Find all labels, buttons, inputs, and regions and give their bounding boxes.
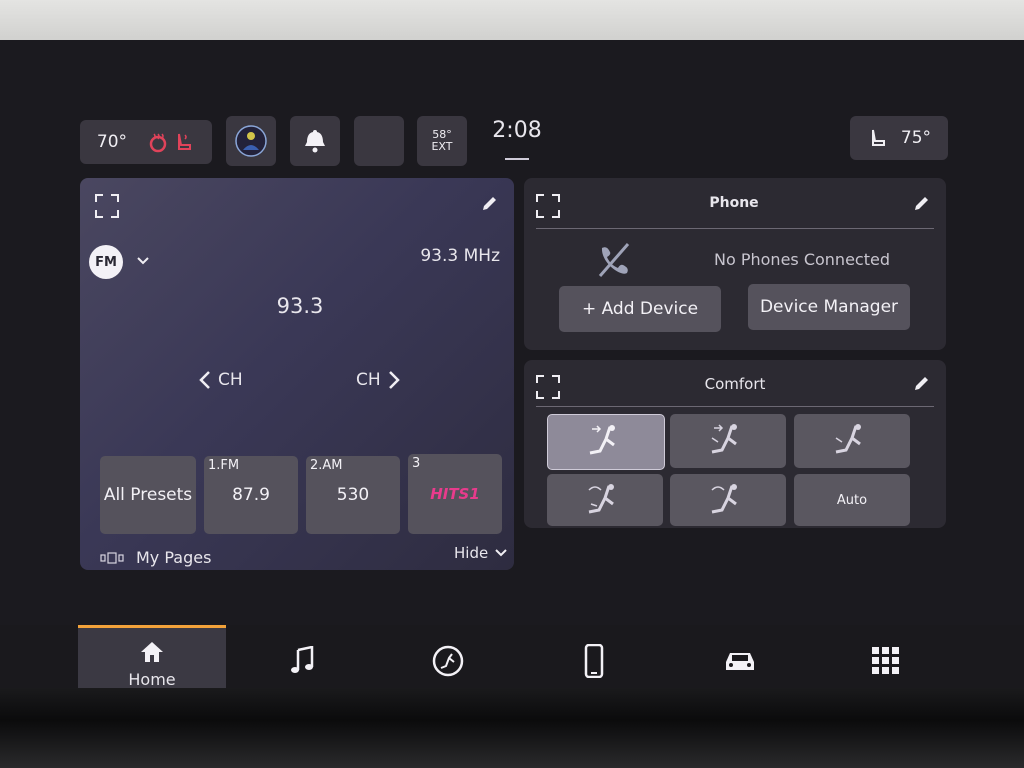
channel-next-label: CH: [356, 370, 381, 390]
preset-2-value: 530: [336, 485, 370, 505]
expand-icon[interactable]: [535, 374, 561, 400]
app-grid-icon: [871, 646, 901, 676]
phone-status: No Phones Connected: [714, 250, 890, 269]
hits1-logo: HITS1: [430, 485, 480, 503]
music-note-icon: [289, 646, 315, 676]
phone-card: Phone No Phones Connected + Add Device D…: [524, 178, 946, 350]
device-manager-button[interactable]: Device Manager: [748, 284, 910, 330]
nav-home-label: Home: [128, 669, 176, 689]
seat-auto-button[interactable]: Auto: [794, 474, 910, 526]
preset-2-button[interactable]: 2.AM 530: [306, 456, 400, 534]
hide-button[interactable]: Hide: [454, 544, 508, 562]
band-button[interactable]: FM: [89, 245, 123, 279]
climate-seat-icon: [431, 644, 465, 678]
nav-apps[interactable]: [846, 625, 926, 697]
seat-heat-icon: [173, 131, 195, 153]
seat-mode-4-button[interactable]: [547, 474, 663, 526]
passenger-seat-icon: [867, 127, 889, 149]
comfort-card: Comfort Auto: [524, 360, 946, 528]
phone-divider: [536, 228, 934, 229]
smartphone-icon: [584, 644, 604, 678]
car-icon: [723, 648, 757, 674]
clock: 2:08: [492, 118, 542, 143]
status-drawer-handle[interactable]: [505, 158, 529, 160]
hide-label: Hide: [454, 544, 489, 562]
phone-title: Phone: [709, 195, 759, 211]
chevron-down-icon: [494, 548, 508, 558]
my-pages-button[interactable]: My Pages: [100, 548, 211, 567]
station-name: 93.3: [276, 294, 324, 318]
my-pages-label: My Pages: [136, 548, 212, 567]
add-device-button[interactable]: + Add Device: [559, 286, 721, 332]
driver-temp: 70°: [96, 132, 128, 152]
passenger-temp: 75°: [900, 128, 932, 148]
seat-mode-1-button[interactable]: [547, 414, 665, 470]
edit-icon[interactable]: [480, 195, 498, 213]
comfort-divider: [536, 406, 934, 407]
exterior-temp-label: EXT: [431, 140, 453, 153]
chevron-right-icon: [387, 370, 401, 390]
preset-3-button[interactable]: 3 HITS1: [408, 454, 502, 534]
seat-mode-5-button[interactable]: [670, 474, 786, 526]
edit-icon[interactable]: [912, 195, 930, 213]
seat-airflow-icon: [832, 422, 872, 458]
passenger-climate[interactable]: 75°: [850, 116, 948, 160]
seat-airflow-icon: [708, 422, 748, 458]
all-presets-button[interactable]: All Presets: [100, 456, 196, 534]
expand-icon[interactable]: [535, 193, 561, 219]
preset-2-number: 2.AM: [310, 458, 343, 473]
channel-next-button[interactable]: CH: [356, 370, 401, 390]
chevron-down-icon[interactable]: [136, 256, 150, 266]
nav-media[interactable]: [262, 625, 342, 697]
bell-icon: [301, 127, 329, 155]
preset-1-number: 1.FM: [208, 458, 240, 473]
edit-icon[interactable]: [912, 375, 930, 393]
seat-defrost-icon: [585, 482, 625, 518]
comfort-title: Comfort: [704, 375, 766, 393]
nav-climate[interactable]: [408, 625, 488, 697]
driver-profile-icon: [234, 124, 268, 158]
preset-3-number: 3: [412, 456, 421, 471]
bezel-top: [0, 0, 1024, 44]
preset-1-button[interactable]: 1.FM 87.9: [204, 456, 298, 534]
bezel-bottom: [0, 688, 1024, 768]
exterior-temp: 58° EXT: [417, 116, 467, 166]
pages-icon: [100, 551, 124, 564]
seat-defrost-icon: [708, 482, 748, 518]
driver-profile-button[interactable]: [226, 116, 276, 166]
seat-mode-3-button[interactable]: [794, 414, 910, 468]
channel-prev-label: CH: [218, 370, 243, 390]
home-icon: [139, 640, 165, 664]
preset-1-value: 87.9: [232, 485, 270, 505]
expand-icon[interactable]: [94, 193, 120, 219]
driver-climate[interactable]: 70°: [80, 120, 212, 164]
chevron-left-icon: [198, 370, 212, 390]
radio-card: FM 93.3 MHz 93.3 CH CH All Presets 1.FM …: [80, 178, 514, 570]
seat-airflow-icon: [586, 423, 626, 459]
steering-heat-icon: [147, 131, 169, 153]
notifications-button[interactable]: [290, 116, 340, 166]
blank-status-tile[interactable]: [354, 116, 404, 166]
infotainment-screen: 70° 58° EXT 2:08 75° FM 93.3 MHz 93.3 CH…: [0, 40, 1024, 705]
seat-mode-2-button[interactable]: [670, 414, 786, 468]
frequency-display: 93.3 MHz: [420, 246, 500, 266]
channel-prev-button[interactable]: CH: [198, 370, 243, 390]
nav-vehicle[interactable]: [700, 625, 780, 697]
phone-disconnected-icon: [594, 240, 634, 280]
nav-phone[interactable]: [554, 625, 634, 697]
